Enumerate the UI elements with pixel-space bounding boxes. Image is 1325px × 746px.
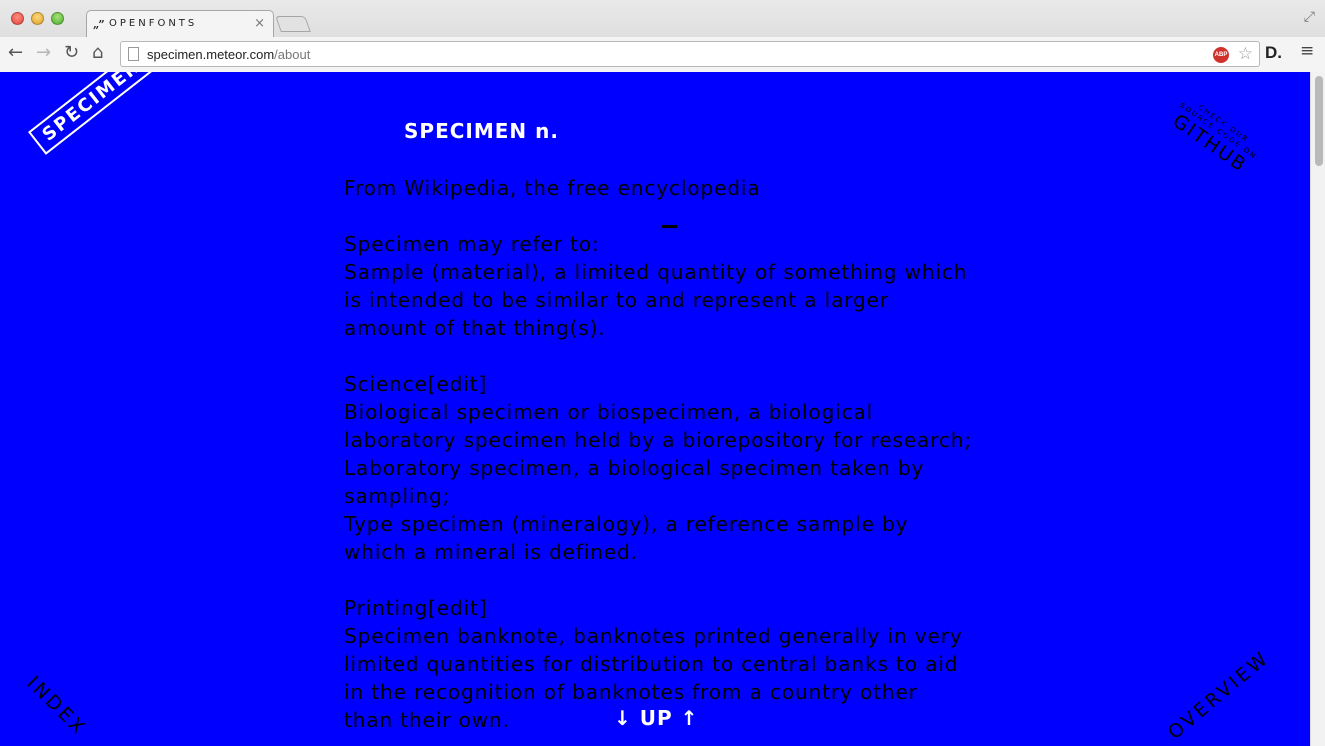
divider — [662, 225, 677, 228]
intro-text: Specimen may refer to: — [344, 232, 600, 256]
science-line: Laboratory specimen, a biological specim… — [344, 456, 925, 480]
browser-menu-icon[interactable]: ≡ — [1300, 41, 1314, 61]
window-zoom-button[interactable] — [51, 12, 64, 25]
browser-tab-openfonts[interactable]: „” OPENFONTS × — [86, 10, 274, 38]
science-line: which a mineral is defined. — [344, 540, 638, 564]
forward-button[interactable]: → — [36, 43, 51, 63]
extension-d-icon[interactable]: D. — [1265, 43, 1282, 63]
favicon-icon: „” — [93, 18, 104, 31]
science-line: sampling; — [344, 484, 451, 508]
sample-line: Sample (material), a limited quantity of… — [344, 260, 968, 284]
tab-close-icon[interactable]: × — [254, 16, 265, 31]
github-link[interactable]: CHECK OUR SOURCE CODE ON GITHUB — [1166, 94, 1264, 179]
browser-chrome: „” OPENFONTS × ⤢ ← → ↻ ⌂ specimen.meteor… — [0, 0, 1325, 72]
specimen-logo[interactable]: SPECIMEN — [28, 72, 156, 155]
adblock-icon[interactable]: ABP — [1213, 47, 1229, 63]
bookmark-star-icon[interactable]: ☆ — [1238, 44, 1253, 64]
subtitle: From Wikipedia, the free encyclopedia — [344, 176, 761, 200]
tab-strip: „” OPENFONTS × ⤢ — [0, 0, 1325, 38]
window-close-button[interactable] — [11, 12, 24, 25]
sample-line: is intended to be similar to and represe… — [344, 288, 889, 312]
sample-line: amount of that thing(s). — [344, 316, 606, 340]
browser-toolbar: ← → ↻ ⌂ specimen.meteor.com/about ABP ☆ … — [0, 37, 1325, 72]
url-host: specimen.meteor.com — [147, 47, 275, 62]
window-minimize-button[interactable] — [31, 12, 44, 25]
science-line: laboratory specimen held by a bioreposit… — [344, 428, 972, 452]
scrollbar[interactable] — [1310, 72, 1325, 746]
url-text[interactable]: specimen.meteor.com/about — [147, 47, 310, 62]
page-content: SPECIMEN CHECK OUR SOURCE CODE ON GITHUB… — [0, 72, 1310, 746]
up-button[interactable]: ↓ UP ↑ — [614, 706, 698, 730]
scrollbar-thumb[interactable] — [1315, 76, 1323, 166]
printing-line: Specimen banknote, banknotes printed gen… — [344, 624, 963, 648]
tab-title: OPENFONTS — [109, 18, 198, 29]
back-button[interactable]: ← — [8, 43, 23, 63]
address-bar[interactable]: specimen.meteor.com/about ABP ☆ — [120, 41, 1260, 67]
fullscreen-icon[interactable]: ⤢ — [1304, 9, 1315, 25]
url-path: /about — [274, 47, 311, 62]
printing-heading: Printing[edit] — [344, 596, 488, 620]
index-link[interactable]: INDEX — [22, 672, 90, 740]
new-tab-button[interactable] — [275, 16, 311, 32]
printing-line: limited quantities for distribution to c… — [344, 652, 959, 676]
printing-line: in the recognition of banknotes from a c… — [344, 680, 918, 704]
reload-button[interactable]: ↻ — [64, 43, 79, 63]
article-body: From Wikipedia, the free encyclopedia Sp… — [344, 174, 1004, 734]
page-title: SPECIMEN n. — [404, 119, 559, 143]
science-heading: Science[edit] — [344, 372, 488, 396]
page-icon — [128, 47, 139, 61]
science-line: Biological specimen or biospecimen, a bi… — [344, 400, 874, 424]
overview-link[interactable]: OVERVIEW — [1164, 647, 1274, 744]
science-line: Type specimen (mineralogy), a reference … — [344, 512, 909, 536]
home-button[interactable]: ⌂ — [92, 43, 103, 63]
